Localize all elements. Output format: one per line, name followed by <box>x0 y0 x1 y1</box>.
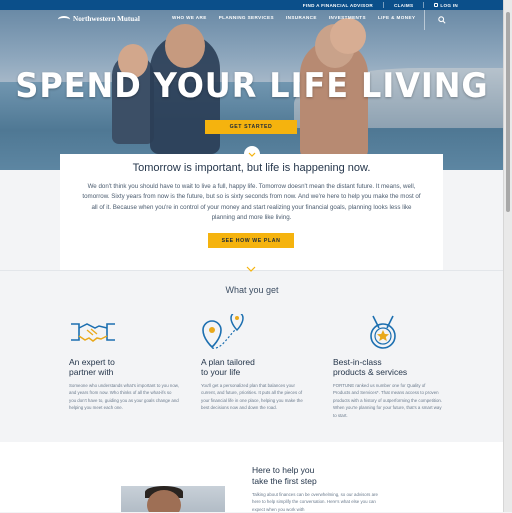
intro-body: We don't think you should have to wait t… <box>82 183 421 221</box>
nav-item-investments[interactable]: INVESTMENTS <box>329 15 366 20</box>
divider <box>382 2 384 8</box>
section-heading: What you get <box>225 285 279 295</box>
feature-body: FORTUNE ranked us number one for Quality… <box>333 383 443 418</box>
main-nav: WHO WE ARE PLANNING SERVICES INSURANCE I… <box>172 15 415 20</box>
nav-item-life-and-money[interactable]: LIFE & MONEY <box>378 15 415 20</box>
feature-title-line2: to your life <box>201 366 241 377</box>
feature-expert: An expert to partner with Someone who und… <box>69 314 189 410</box>
feature-title-line1: Best-in-class <box>333 357 382 367</box>
intro-title: Tomorrow is important, but life is happe… <box>132 162 371 174</box>
feature-title-line1: A plan tailored <box>201 357 255 367</box>
nav-item-who-we-are[interactable]: WHO WE ARE <box>172 15 207 20</box>
search-icon <box>438 16 446 24</box>
map-pin-icon <box>202 311 244 349</box>
nav-item-insurance[interactable]: INSURANCE <box>286 15 317 20</box>
feature-title-line2: partner with <box>69 366 114 377</box>
claims-link[interactable]: CLAIMS <box>394 3 413 8</box>
find-advisor-link[interactable]: FIND A FINANCIAL ADVISOR <box>303 3 373 8</box>
logo[interactable]: Northwestern Mutual <box>58 15 140 23</box>
nav-item-planning-services[interactable]: PLANNING SERVICES <box>219 15 274 20</box>
feature-products: Best-in-class products & services FORTUNE… <box>333 314 453 418</box>
feature-title-line1: An expert to <box>69 357 115 367</box>
help-title-line2: take the first step <box>252 475 317 486</box>
page-scrollbar[interactable] <box>503 0 512 512</box>
advisor-photo <box>121 486 225 512</box>
help-body: Talking about finances can be overwhelmi… <box>252 492 378 512</box>
utility-links: FIND A FINANCIAL ADVISOR CLAIMS LOG IN <box>303 0 458 10</box>
handshake-icon <box>71 323 115 342</box>
divider <box>423 2 425 8</box>
medal-icon <box>370 315 396 349</box>
help-title-line1: Here to help you <box>252 465 315 475</box>
login-label: LOG IN <box>440 2 458 8</box>
feature-plan: A plan tailored to your life You'll get a… <box>201 311 321 410</box>
help-heading: Here to help you take the first step <box>252 465 317 486</box>
see-how-we-plan-button[interactable]: SEE HOW WE PLAN <box>208 233 294 248</box>
feature-title-line2: products & services <box>333 366 408 377</box>
logo-text: Northwestern Mutual <box>73 15 140 23</box>
hero-headline: SPEND YOUR LIFE LIVING <box>15 66 489 106</box>
chevron-down-icon <box>246 266 256 272</box>
search-button[interactable] <box>424 10 459 30</box>
utility-bar: FIND A FINANCIAL ADVISOR CLAIMS LOG IN <box>0 0 504 10</box>
lock-icon <box>434 3 439 7</box>
login-link[interactable]: LOG IN <box>434 3 458 8</box>
scrollbar-thumb[interactable] <box>506 12 510 212</box>
chevron-down-icon <box>248 152 256 157</box>
feature-body: Someone who understands what's important… <box>69 383 179 411</box>
scroll-down-button[interactable] <box>244 146 260 162</box>
feature-body: You'll get a personalized plan that bala… <box>201 383 303 411</box>
logo-mark-icon <box>58 15 70 23</box>
get-started-button[interactable]: GET STARTED <box>205 120 297 134</box>
